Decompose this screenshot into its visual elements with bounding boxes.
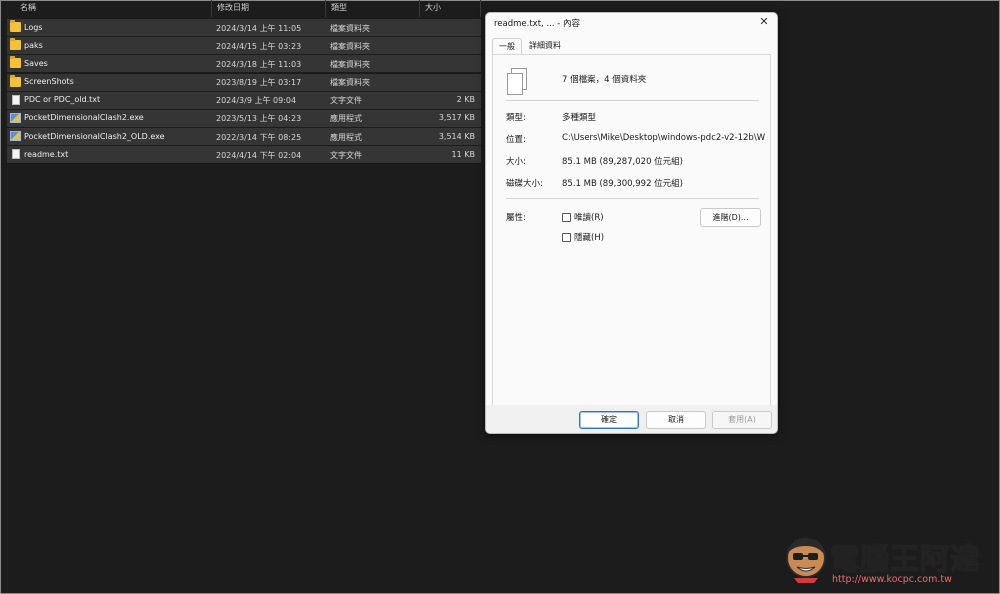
text-file-icon: [12, 94, 20, 105]
mascot-logo: [786, 537, 826, 583]
text-file-icon: [12, 149, 20, 160]
file-name: PDC or PDC_old.txt: [24, 95, 101, 105]
cancel-button[interactable]: 取消: [646, 411, 706, 429]
disk-size-value: 85.1 MB (89,300,992 位元組): [562, 179, 683, 189]
column-header-date[interactable]: 修改日期: [217, 2, 249, 13]
exe-icon: [10, 112, 21, 123]
file-date: 2024/4/15 上午 03:23: [216, 41, 302, 51]
file-type: 文字文件: [330, 96, 362, 106]
exe-icon: [10, 131, 21, 142]
file-type: 檔案資料夾: [330, 78, 370, 88]
folder-icon: [10, 20, 21, 32]
hidden-label: 隱藏(H): [574, 233, 605, 243]
folder-icon: [10, 38, 21, 51]
column-divider[interactable]: [325, 0, 326, 17]
ok-button[interactable]: 確定: [579, 411, 639, 429]
column-divider[interactable]: [419, 0, 420, 17]
advanced-button[interactable]: 進階(D)...: [700, 208, 761, 227]
tab-general[interactable]: 一般: [492, 38, 522, 55]
file-type: 檔案資料夾: [330, 59, 370, 69]
file-row[interactable]: Saves 2024/3/18 上午 11:03 檔案資料夾: [7, 55, 481, 73]
file-row[interactable]: readme.txt 2024/4/14 下午 02:04 文字文件 11 KB: [7, 146, 481, 164]
file-row[interactable]: PocketDimensionalClash2.exe 2023/5/13 上午…: [7, 109, 481, 127]
file-row[interactable]: PocketDimensionalClash2_OLD.exe 2022/3/1…: [7, 128, 481, 146]
file-name: paks: [24, 40, 43, 50]
dialog-footer: 確定 取消 套用(A): [486, 405, 777, 433]
checkbox-icon: [562, 212, 571, 222]
file-date: 2023/5/13 上午 04:23: [216, 114, 302, 124]
location-label: 位置:: [506, 135, 526, 145]
general-panel: 7 個檔案，4 個資料夾 類型: 多種類型 位置: C:\Users\Mike\…: [492, 54, 771, 406]
location-value: C:\Users\Mike\Desktop\windows-pdc2-v2-12…: [562, 133, 766, 143]
column-headers: 名稱 修改日期 類型 大小: [0, 0, 482, 17]
divider: [506, 198, 759, 199]
file-name: Logs: [24, 22, 43, 32]
file-type: 應用程式: [330, 132, 362, 142]
file-type: 檔案資料夾: [330, 41, 370, 51]
size-value: 85.1 MB (89,287,020 位元組): [562, 157, 683, 167]
type-value: 多種類型: [562, 113, 597, 123]
column-header-size[interactable]: 大小: [425, 2, 441, 13]
file-explorer-list: 名稱 修改日期 類型 大小 Logs 2024/3/14 上午 11:05 檔案…: [0, 0, 482, 164]
file-date: 2022/3/14 下午 08:25: [216, 132, 302, 142]
readonly-label: 唯讀(R): [574, 213, 604, 223]
hidden-checkbox[interactable]: 隱藏(H): [562, 231, 604, 243]
column-header-name[interactable]: 名稱: [20, 2, 36, 13]
multiple-files-icon: [507, 68, 527, 95]
file-type: 應用程式: [330, 114, 362, 124]
file-size: 3,514 KB: [438, 131, 475, 141]
divider: [506, 100, 759, 101]
properties-dialog: readme.txt, ... - 內容 ✕ 一般 詳細資料 7 個檔案，4 個…: [485, 12, 778, 434]
file-row[interactable]: ScreenShots 2023/8/19 上午 03:17 檔案資料夾: [7, 73, 481, 91]
tab-details[interactable]: 詳細資料: [523, 38, 567, 54]
attributes-label: 屬性:: [506, 213, 526, 223]
watermark-title: 電腦王阿達: [829, 541, 981, 577]
type-label: 類型:: [506, 113, 526, 123]
file-name: readme.txt: [24, 149, 69, 159]
column-divider[interactable]: [211, 0, 212, 17]
file-type: 檔案資料夾: [330, 23, 370, 33]
file-size: 2 KB: [456, 95, 475, 105]
apply-button[interactable]: 套用(A): [712, 411, 772, 429]
file-name: ScreenShots: [24, 77, 74, 87]
folder-icon: [10, 74, 21, 87]
file-type: 文字文件: [330, 150, 362, 160]
column-header-type[interactable]: 類型: [331, 2, 347, 13]
folder-icon: [10, 56, 21, 69]
column-divider[interactable]: [480, 0, 481, 17]
file-size: 11 KB: [451, 149, 475, 159]
file-size: 3,517 KB: [438, 113, 475, 123]
selection-summary: 7 個檔案，4 個資料夾: [562, 75, 647, 85]
site-watermark: 電腦王阿達 http://www.kocpc.com.tw: [784, 534, 996, 590]
file-name: Saves: [24, 58, 48, 68]
file-name: PocketDimensionalClash2.exe: [24, 113, 144, 123]
file-date: 2024/3/14 上午 11:05: [216, 23, 302, 33]
file-date: 2024/3/9 上午 09:04: [216, 96, 297, 106]
file-date: 2024/3/18 上午 11:03: [216, 59, 302, 69]
disk-size-label: 磁碟大小:: [506, 179, 543, 189]
dialog-title: readme.txt, ... - 內容: [494, 19, 581, 29]
checkbox-icon: [562, 232, 571, 242]
file-rows: Logs 2024/3/14 上午 11:05 檔案資料夾 paks 2024/…: [7, 19, 481, 165]
file-name: PocketDimensionalClash2_OLD.exe: [24, 131, 165, 141]
file-row[interactable]: PDC or PDC_old.txt 2024/3/9 上午 09:04 文字文…: [7, 91, 481, 109]
watermark-url: http://www.kocpc.com.tw: [832, 574, 952, 585]
readonly-checkbox[interactable]: 唯讀(R): [562, 211, 604, 223]
file-row[interactable]: Logs 2024/3/14 上午 11:05 檔案資料夾: [7, 19, 481, 36]
file-date: 2023/8/19 上午 03:17: [216, 78, 302, 88]
close-icon[interactable]: ✕: [757, 15, 771, 29]
size-label: 大小:: [506, 157, 526, 167]
file-date: 2024/4/14 下午 02:04: [216, 150, 302, 160]
file-row[interactable]: paks 2024/4/15 上午 03:23 檔案資料夾: [7, 37, 481, 55]
